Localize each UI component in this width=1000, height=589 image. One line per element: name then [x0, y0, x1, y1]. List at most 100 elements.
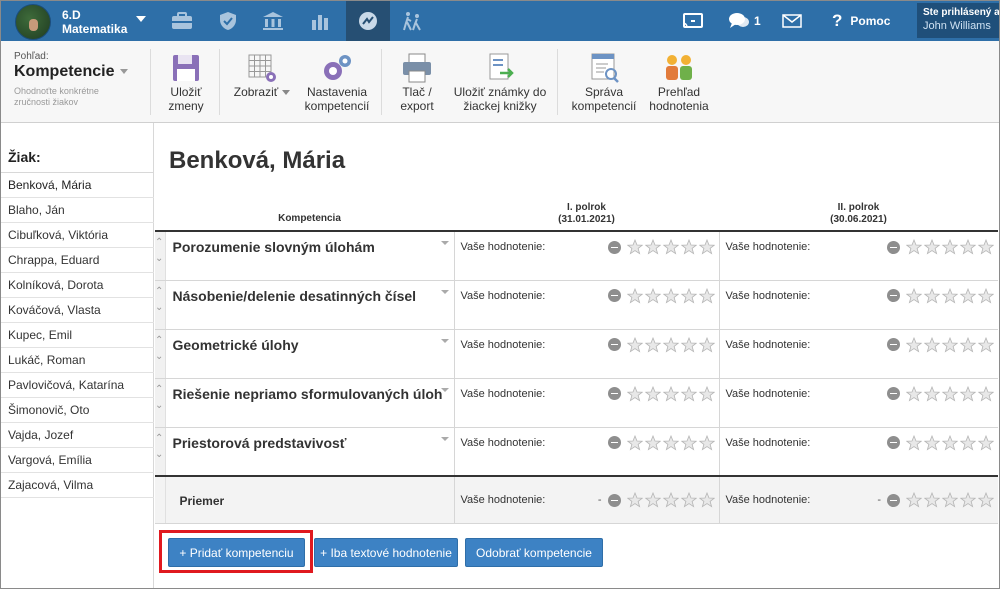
student-item[interactable]: Kupec, Emil [0, 323, 154, 348]
star-icon[interactable] [698, 336, 715, 353]
star-icon[interactable] [626, 492, 643, 508]
star-icon[interactable] [906, 492, 922, 508]
clear-rating-icon[interactable] [887, 387, 900, 400]
drag-handle[interactable]: ⌃ ⌄ [155, 230, 166, 281]
student-item[interactable]: Pavlovičová, Katarína [0, 373, 154, 398]
star-icon[interactable] [662, 492, 679, 508]
nav-hiking[interactable] [390, 0, 434, 41]
clear-rating-icon[interactable] [607, 387, 621, 400]
remove-competences-button[interactable]: Odobrať kompetencie [465, 538, 603, 567]
star-icon[interactable] [960, 287, 976, 304]
student-item[interactable]: Cibuľková, Viktória [0, 223, 154, 248]
save-changes-button[interactable]: Uložiť zmeny [160, 49, 212, 113]
clear-rating-icon[interactable] [607, 493, 621, 507]
star-icon[interactable] [644, 336, 661, 353]
star-icon[interactable] [626, 336, 643, 353]
student-item[interactable]: Lukáč, Roman [0, 348, 154, 373]
star-icon[interactable] [906, 287, 922, 304]
clear-rating-icon[interactable] [607, 436, 621, 449]
star-icon[interactable] [924, 492, 940, 508]
star-icon[interactable] [626, 434, 643, 451]
show-menu-button[interactable]: Zobraziť [230, 49, 294, 99]
student-item[interactable]: Zajacová, Vilma [0, 473, 154, 498]
star-icon[interactable] [644, 492, 661, 508]
star-icon[interactable] [924, 239, 940, 255]
star-icon[interactable] [698, 287, 715, 304]
star-icon[interactable] [978, 239, 994, 255]
star-icon[interactable] [680, 385, 697, 402]
star-icon[interactable] [942, 492, 958, 508]
star-icon[interactable] [680, 434, 697, 451]
star-icon[interactable] [662, 434, 679, 451]
star-icon[interactable] [906, 239, 922, 255]
star-icon[interactable] [698, 434, 715, 451]
print-export-button[interactable]: Tlač / export [392, 49, 442, 113]
clear-rating-icon[interactable] [887, 493, 900, 507]
student-item[interactable]: Vajda, Jozef [0, 423, 154, 448]
clear-rating-icon[interactable] [887, 436, 900, 449]
star-icon[interactable] [906, 434, 922, 451]
star-icon[interactable] [680, 336, 697, 353]
chevron-down-icon[interactable] [440, 338, 449, 343]
star-icon[interactable] [960, 492, 976, 508]
nav-briefcase[interactable] [160, 0, 204, 41]
manage-competences-button[interactable]: Správa kompetencií [567, 49, 641, 113]
star-icon[interactable] [906, 385, 922, 402]
star-icon[interactable] [924, 287, 940, 304]
star-icon[interactable] [978, 336, 994, 353]
student-item[interactable]: Chrappa, Eduard [0, 248, 154, 273]
star-icon[interactable] [960, 434, 976, 451]
star-icon[interactable] [942, 434, 958, 451]
drag-handle[interactable]: ⌃ ⌄ [155, 427, 166, 477]
star-icon[interactable] [644, 385, 661, 402]
chevron-down-icon[interactable] [440, 436, 449, 441]
text-only-rating-button[interactable]: + Iba textové hodnotenie [314, 538, 458, 567]
drag-handle[interactable]: ⌃ ⌄ [155, 329, 166, 379]
student-item[interactable]: Vargová, Emília [0, 448, 154, 473]
chevron-down-icon[interactable] [440, 241, 449, 245]
star-icon[interactable] [924, 434, 940, 451]
star-icon[interactable] [680, 492, 697, 508]
star-icon[interactable] [960, 336, 976, 353]
drag-handle[interactable]: ⌃ ⌄ [155, 378, 166, 428]
nav-competences[interactable] [346, 0, 390, 41]
star-icon[interactable] [942, 239, 958, 255]
competence-settings-button[interactable]: Nastavenia kompetencií [302, 49, 372, 113]
star-icon[interactable] [978, 434, 994, 451]
cast-button[interactable] [683, 0, 703, 41]
star-icon[interactable] [644, 287, 661, 304]
nav-shield[interactable] [206, 0, 250, 41]
star-icon[interactable] [626, 385, 643, 402]
class-selector[interactable]: 6.D Matematika [0, 0, 157, 41]
clear-rating-icon[interactable] [887, 240, 900, 254]
help-button[interactable]: ? Pomoc [832, 0, 890, 41]
mail-button[interactable] [782, 0, 802, 41]
messages-button[interactable]: 1 [728, 0, 761, 41]
rating-overview-button[interactable]: Prehľad hodnotenia [646, 49, 712, 113]
clear-rating-icon[interactable] [887, 289, 900, 302]
star-icon[interactable] [626, 287, 643, 304]
view-selector[interactable]: Pohľad: Kompetencie Ohodnoťte konkrétne … [14, 51, 144, 108]
star-icon[interactable] [924, 336, 940, 353]
star-icon[interactable] [662, 385, 679, 402]
star-icon[interactable] [978, 492, 994, 508]
save-grades-button[interactable]: Uložiť známky do žiackej knižky [450, 49, 550, 113]
star-icon[interactable] [698, 239, 715, 255]
star-icon[interactable] [698, 385, 715, 402]
star-icon[interactable] [680, 287, 697, 304]
nav-institution[interactable] [251, 0, 295, 41]
star-icon[interactable] [644, 434, 661, 451]
star-icon[interactable] [906, 336, 922, 353]
star-icon[interactable] [626, 239, 643, 255]
star-icon[interactable] [924, 385, 940, 402]
clear-rating-icon[interactable] [607, 240, 621, 254]
star-icon[interactable] [942, 385, 958, 402]
star-icon[interactable] [680, 239, 697, 255]
chevron-down-icon[interactable] [440, 387, 449, 392]
student-item[interactable]: Blaho, Ján [0, 198, 154, 223]
star-icon[interactable] [978, 287, 994, 304]
clear-rating-icon[interactable] [887, 338, 900, 351]
star-icon[interactable] [960, 239, 976, 255]
star-icon[interactable] [960, 385, 976, 402]
student-item[interactable]: Šimonovič, Oto [0, 398, 154, 423]
